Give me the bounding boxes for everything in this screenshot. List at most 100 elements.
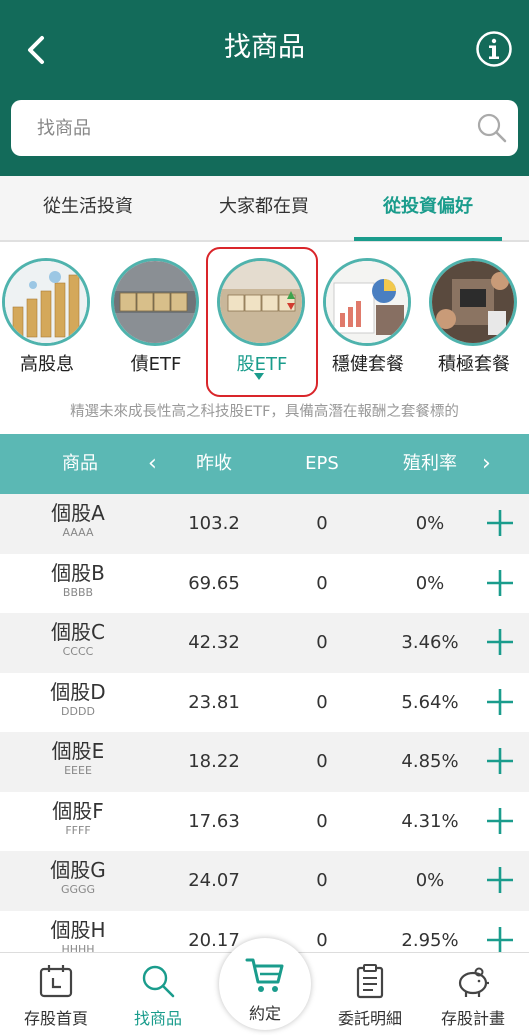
prev-close-value: 103.2 xyxy=(188,513,240,534)
eps-value: 0 xyxy=(316,810,328,832)
plus-icon[interactable] xyxy=(485,865,515,895)
yield-value: 0% xyxy=(415,572,445,594)
product-name: 個股B xyxy=(51,560,105,585)
eps-value: 0 xyxy=(316,870,328,891)
prev-close-value: 69.65 xyxy=(188,572,240,594)
prev-close-value: 23.81 xyxy=(188,691,240,713)
product-code: FFFF xyxy=(65,823,91,837)
category-label: 債ETF xyxy=(130,354,182,375)
column-prev-close: 昨收 xyxy=(196,453,232,474)
product-code: AAAA xyxy=(62,526,94,539)
bond-etf-image xyxy=(111,258,199,346)
table-row[interactable]: 個股A AAAA 103.2 0 0% xyxy=(0,494,529,554)
plus-icon[interactable] xyxy=(485,746,515,776)
table-row[interactable]: 個股G GGGG 24.07 0 0% xyxy=(0,851,529,911)
product-name: 個股A xyxy=(51,501,105,525)
plus-icon[interactable] xyxy=(485,568,515,598)
table-row[interactable]: 個股B BBBB 69.65 0 0% xyxy=(0,553,529,613)
product-name: 個股F xyxy=(52,798,104,823)
yield-value: 2.95% xyxy=(401,929,459,951)
category-high-dividend[interactable]: 高股息 xyxy=(0,252,97,382)
steady-package-image xyxy=(323,258,411,346)
scroll-right-icon[interactable]: › xyxy=(482,434,491,494)
yield-value: 0% xyxy=(415,513,445,534)
eps-value: 0 xyxy=(316,513,328,534)
info-icon[interactable] xyxy=(475,30,513,68)
product-code: BBBB xyxy=(62,585,94,599)
category-label: 高股息 xyxy=(20,354,74,375)
scroll-left-icon[interactable]: ‹ xyxy=(148,434,157,494)
nav-label: 約定 xyxy=(248,1004,281,1023)
tab-popular[interactable]: 大家都在買 xyxy=(176,176,352,242)
eps-value: 0 xyxy=(316,572,328,594)
prev-close-value: 17.63 xyxy=(188,810,240,832)
plus-icon[interactable] xyxy=(485,508,515,538)
yield-value: 4.31% xyxy=(401,810,459,832)
search-input[interactable] xyxy=(37,100,457,156)
category-label: 積極套餐 xyxy=(438,354,510,375)
nav-stock-plan[interactable]: 存股計畫 xyxy=(423,953,523,1035)
nav-label: 委託明細 xyxy=(337,1009,402,1028)
table-row[interactable]: 個股F FFFF 17.63 0 4.31% xyxy=(0,791,529,851)
product-name: 個股H xyxy=(50,917,106,942)
prev-close-value: 18.22 xyxy=(188,751,240,772)
caret-down-icon xyxy=(254,373,264,380)
table-row[interactable]: 個股C CCCC 42.32 0 3.46% xyxy=(0,613,529,673)
product-code: CCCC xyxy=(62,645,94,658)
eps-value: 0 xyxy=(316,929,328,951)
category-aggressive-package[interactable]: 積極套餐 xyxy=(424,252,524,382)
category-label: 穩健套餐 xyxy=(332,354,404,375)
aggressive-package-image xyxy=(429,258,517,346)
column-yield: 殖利率 xyxy=(403,453,457,474)
page-title: 找商品 xyxy=(224,32,305,63)
plus-icon[interactable] xyxy=(485,687,515,717)
table-row[interactable]: 個股D DDDD 23.81 0 5.64% xyxy=(0,672,529,732)
tab-investment-preference[interactable]: 從投資偏好 xyxy=(352,176,504,242)
search-icon[interactable] xyxy=(476,112,508,144)
plus-icon[interactable] xyxy=(485,806,515,836)
piggy-bank-icon xyxy=(458,967,489,997)
category-bond-etf[interactable]: 債ETF xyxy=(106,252,206,382)
search-bar xyxy=(11,100,518,156)
product-name: 個股C xyxy=(51,620,105,644)
calendar-icon xyxy=(39,965,73,998)
product-code: HHHH xyxy=(61,942,95,953)
nav-label: 找商品 xyxy=(133,1009,182,1028)
cart-icon xyxy=(245,958,284,992)
yield-value: 0% xyxy=(415,870,445,891)
product-table: 個股A AAAA 103.2 0 0% 個股B BBBB 69.65 0 0% 個股… xyxy=(0,494,529,952)
product-code: EEEE xyxy=(64,764,92,777)
plus-icon[interactable] xyxy=(485,627,515,657)
product-name: 個股G xyxy=(50,858,106,882)
column-eps: EPS xyxy=(305,453,339,474)
nav-label: 存股首頁 xyxy=(23,1009,88,1028)
tab-bar: 從生活投資 大家都在買 從投資偏好 xyxy=(0,176,529,242)
prev-close-value: 42.32 xyxy=(188,632,240,653)
category-description: 精選未來成長性高之科技股ETF，具備高潛在報酬之套餐標的 xyxy=(70,404,459,420)
yield-value: 4.85% xyxy=(401,751,459,772)
nav-agreement-button[interactable]: 約定 xyxy=(219,938,311,1030)
high-dividend-image xyxy=(2,258,90,346)
category-steady-package[interactable]: 穩健套餐 xyxy=(318,252,418,382)
clipboard-icon xyxy=(356,964,384,999)
nav-stock-home[interactable]: 存股首頁 xyxy=(6,953,106,1035)
yield-value: 5.64% xyxy=(401,691,459,713)
app-header: 找商品 xyxy=(0,0,529,176)
product-name: 個股D xyxy=(50,679,106,704)
search-icon xyxy=(142,965,175,998)
product-name: 個股E xyxy=(51,739,105,763)
product-code: DDDD xyxy=(61,704,95,718)
nav-find-products[interactable]: 找商品 xyxy=(108,953,208,1035)
tab-life-investing[interactable]: 從生活投資 xyxy=(0,176,176,242)
eps-value: 0 xyxy=(316,632,328,653)
plus-icon[interactable] xyxy=(485,925,515,953)
prev-close-value: 24.07 xyxy=(188,870,240,891)
product-code: GGGG xyxy=(60,883,96,896)
table-row[interactable]: 個股E EEEE 18.22 0 4.85% xyxy=(0,732,529,792)
column-name: 商品 xyxy=(62,453,98,474)
yield-value: 3.46% xyxy=(401,632,459,653)
nav-order-details[interactable]: 委託明細 xyxy=(320,953,420,1035)
nav-label: 存股計畫 xyxy=(440,1009,505,1028)
table-header: 商品 ‹ 昨收 EPS 殖利率 › xyxy=(0,434,529,494)
eps-value: 0 xyxy=(316,691,328,713)
